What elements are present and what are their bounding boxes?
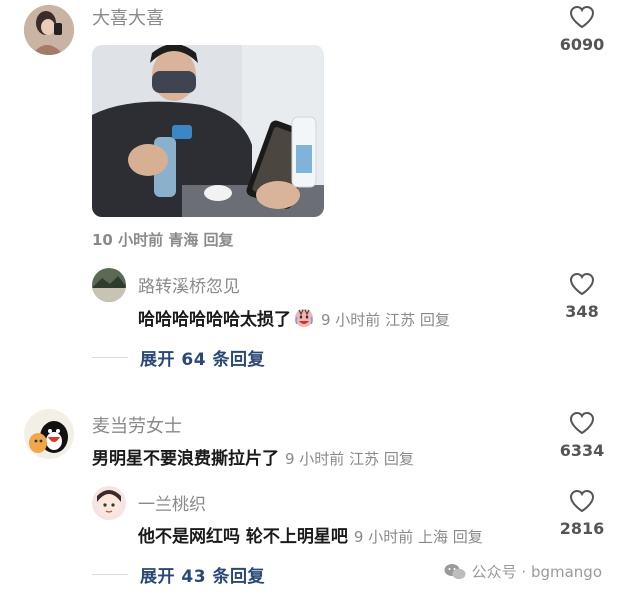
reply-text: 哈哈哈哈哈哈太损了 [138, 310, 291, 330]
comment-meta: 10 小时前 青海 回复 [92, 231, 234, 249]
heart-icon [569, 272, 595, 296]
like-count: 6090 [559, 35, 605, 54]
expand-divider [92, 357, 128, 358]
comment-text: 男明星不要浪费撕拉片了 [92, 449, 279, 469]
comment-meta: 9 小时前 江苏 回复 [285, 450, 414, 468]
avatar-image [24, 409, 74, 459]
crying-laugh-emoji-icon [295, 309, 313, 327]
reply-username[interactable]: 一兰桃织 [138, 490, 206, 515]
comment-photo[interactable] [92, 45, 324, 217]
reply-text-row: 哈哈哈哈哈哈太损了 9 小时前 江苏 回复 [138, 305, 450, 330]
avatar-image [92, 486, 126, 520]
reply-text-row: 他不是网红吗 轮不上明星吧 9 小时前 上海 回复 [138, 522, 483, 547]
comment-text-row: 男明星不要浪费撕拉片了 9 小时前 江苏 回复 [92, 444, 414, 469]
expand-replies-label: 展开 64 条回复 [140, 350, 265, 370]
reply-username[interactable]: 路转溪桥忽见 [138, 272, 240, 297]
expand-replies-button[interactable]: 展开 64 条回复 [92, 345, 265, 370]
expand-replies-button[interactable]: 展开 43 条回复 [92, 562, 265, 587]
reply-meta: 9 小时前 江苏 回复 [321, 311, 450, 329]
expand-replies-label: 展开 43 条回复 [140, 567, 265, 587]
photo-image [92, 45, 324, 217]
avatar-image [92, 268, 126, 302]
like-count: 6334 [559, 441, 605, 460]
comment-username[interactable]: 麦当劳女士 [92, 412, 182, 438]
like-count: 2816 [559, 519, 605, 538]
reply-text: 他不是网红吗 轮不上明星吧 [138, 527, 348, 547]
watermark-text: 公众号 · bgmango [471, 563, 602, 581]
like-button[interactable]: 2816 [552, 489, 612, 538]
wechat-icon [444, 563, 466, 579]
like-button[interactable]: 6334 [552, 411, 612, 460]
avatar[interactable] [24, 5, 74, 55]
like-button[interactable]: 6090 [552, 5, 612, 54]
heart-icon [569, 489, 595, 513]
avatar[interactable] [92, 268, 126, 302]
comment-username[interactable]: 大喜大喜 [92, 4, 164, 30]
like-count: 348 [565, 302, 599, 321]
heart-icon [569, 5, 595, 29]
avatar-image [24, 5, 74, 55]
avatar[interactable] [92, 486, 126, 520]
expand-divider [92, 574, 128, 575]
reply-meta: 9 小时前 上海 回复 [353, 528, 483, 546]
heart-icon [569, 411, 595, 435]
like-button[interactable]: 348 [552, 272, 612, 321]
avatar[interactable] [24, 409, 74, 459]
watermark: 公众号 · bgmango [444, 561, 602, 582]
